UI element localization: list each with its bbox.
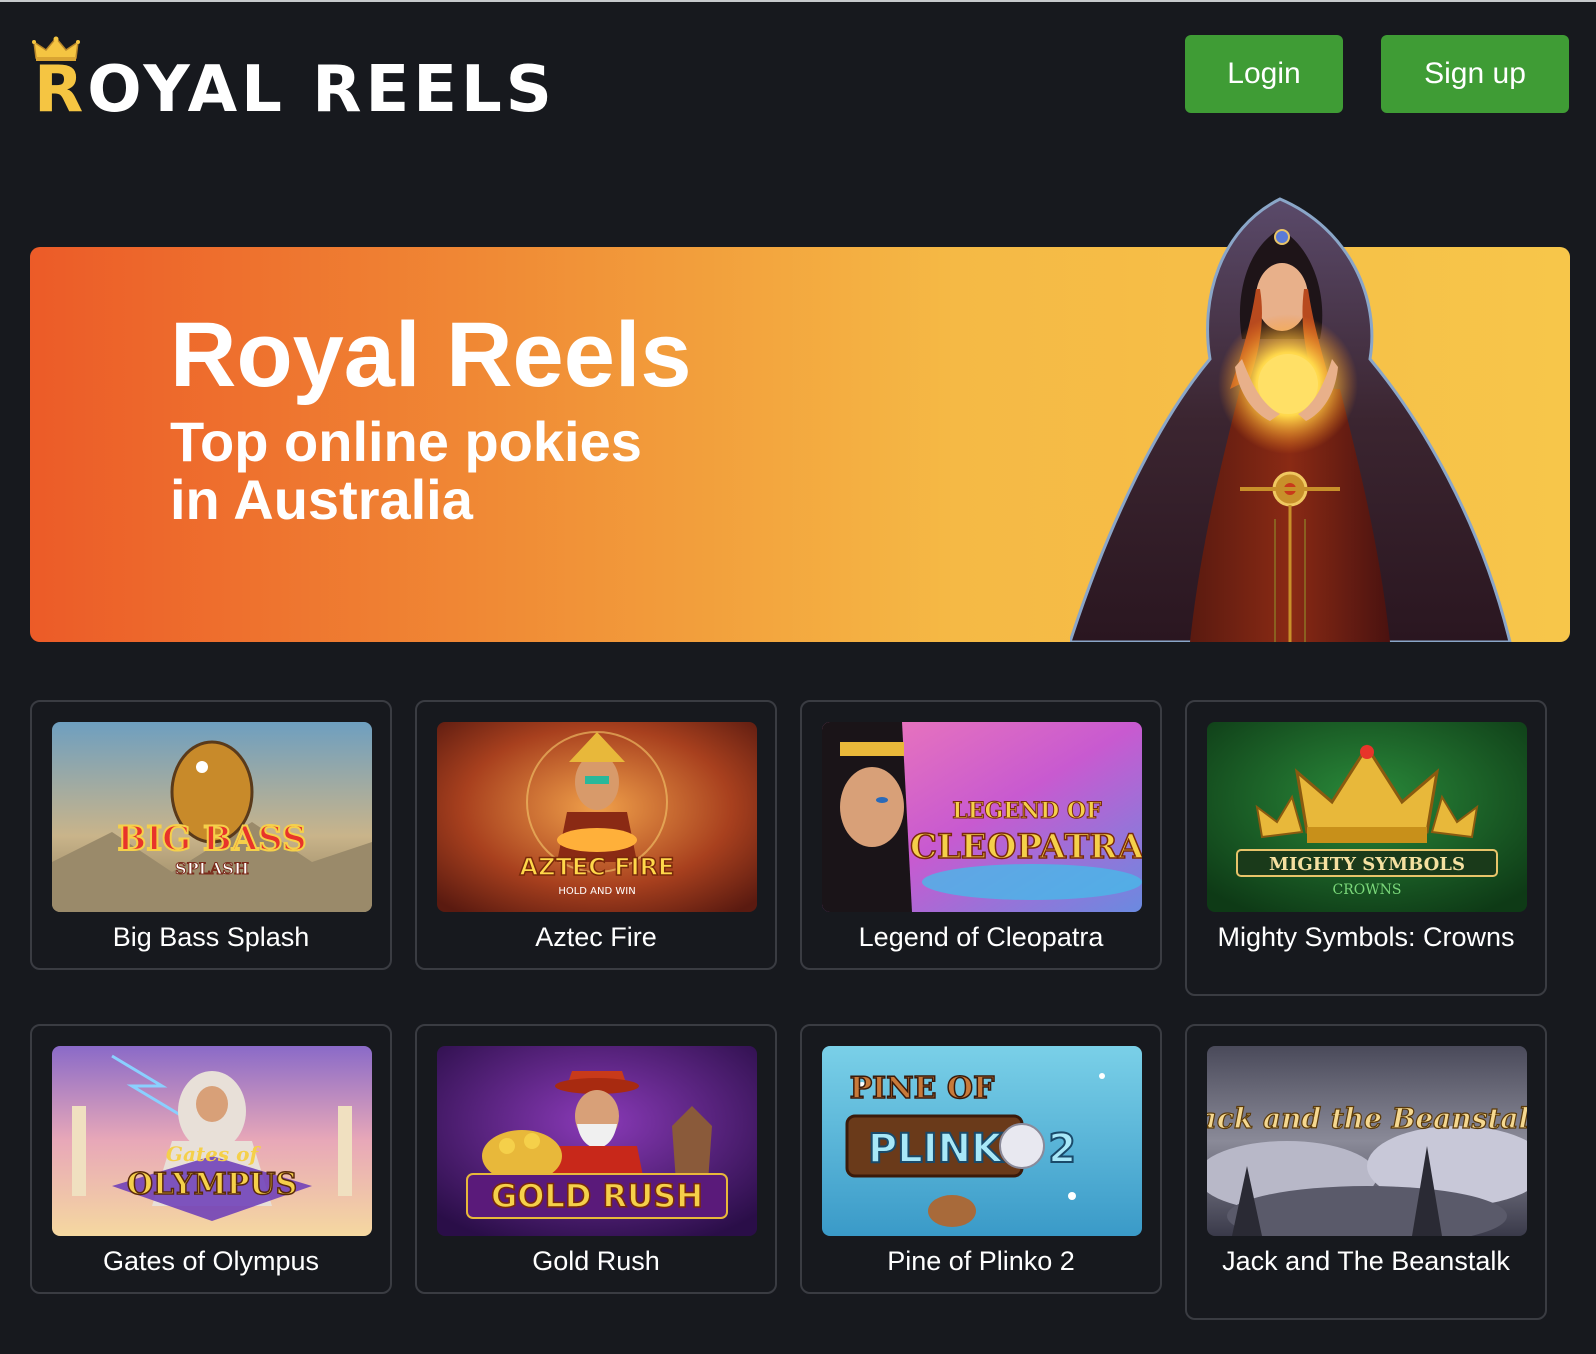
game-card-aztec-fire[interactable]: AZTEC FIRE HOLD AND WIN Aztec Fire	[415, 700, 777, 970]
hero-subtitle-line-1: Top online pokies	[170, 410, 642, 473]
sign-up-button[interactable]: Sign up	[1381, 35, 1569, 113]
logo-text: ROYAL REELS	[34, 54, 556, 126]
game-title: Gold Rush	[532, 1246, 660, 1276]
logo-rest: OYAL REELS	[87, 53, 556, 127]
game-title: Big Bass Splash	[112, 922, 310, 952]
login-button[interactable]: Login	[1185, 35, 1343, 113]
game-card-gold-rush[interactable]: GOLD RUSH Gold Rush	[415, 1024, 777, 1294]
thumb-logo-text: MIGHTY SYMBOLS	[1269, 854, 1465, 875]
hero-title: Royal Reels	[170, 304, 692, 406]
thumb-logo-sub: CROWNS	[1333, 882, 1402, 898]
sorceress-illustration	[1070, 197, 1512, 642]
page: ROYAL REELS Login Sign up Royal Reels To…	[0, 0, 1596, 1354]
thumb-logo-sub: SPLASH	[175, 859, 249, 878]
game-thumbnail[interactable]: Gates of OLYMPUS	[52, 1046, 372, 1236]
game-thumbnail[interactable]: PINE OF PLINKO 2	[822, 1046, 1142, 1236]
thumb-logo-text: BIG BASS	[118, 819, 307, 859]
game-title: Pine of Plinko 2	[887, 1246, 1075, 1276]
thumb-logo-sub: PLINKO 2	[868, 1126, 1076, 1172]
header: ROYAL REELS Login Sign up	[0, 2, 1596, 152]
game-title: Mighty Symbols: Crowns	[1217, 922, 1515, 952]
game-card-legend-of-cleopatra[interactable]: LEGEND OF CLEOPATRA Legend of Cleopatra	[800, 700, 1162, 970]
game-thumbnail[interactable]: GOLD RUSH	[437, 1046, 757, 1236]
game-title: Jack and The Beanstalk	[1222, 1246, 1510, 1276]
game-thumbnail[interactable]: AZTEC FIRE HOLD AND WIN	[437, 722, 757, 912]
game-title: Legend of Cleopatra	[858, 922, 1104, 952]
thumb-logo-text: Gates of	[166, 1142, 262, 1166]
thumb-logo-text: PINE OF	[850, 1071, 995, 1106]
game-title: Aztec Fire	[535, 922, 657, 952]
game-card-jack-and-the-beanstalk[interactable]: Jack and the Beanstalk Jack and The Bean…	[1185, 1024, 1547, 1320]
logo-first-letter: R	[34, 53, 88, 127]
thumb-logo-text: LEGEND OF	[952, 798, 1102, 824]
thumb-logo-text: Jack and the Beanstalk	[1207, 1102, 1527, 1135]
thumb-logo-sub: CLEOPATRA	[910, 827, 1142, 867]
game-thumbnail[interactable]: MIGHTY SYMBOLS CROWNS	[1207, 722, 1527, 912]
hero-subtitle-line-2: in Australia	[170, 468, 473, 531]
game-card-pine-of-plinko-2[interactable]: PINE OF PLINKO 2 Pine of Plinko 2	[800, 1024, 1162, 1294]
game-thumbnail[interactable]: Jack and the Beanstalk	[1207, 1046, 1527, 1236]
game-card-gates-of-olympus[interactable]: Gates of OLYMPUS Gates of Olympus	[30, 1024, 392, 1294]
game-card-big-bass-splash[interactable]: BIG BASS SPLASH Big Bass Splash	[30, 700, 392, 970]
thumb-logo-sub: OLYMPUS	[127, 1167, 297, 1202]
thumb-logo-text: GOLD RUSH	[491, 1177, 703, 1215]
game-card-mighty-symbols-crowns[interactable]: MIGHTY SYMBOLS CROWNS Mighty Symbols: Cr…	[1185, 700, 1547, 996]
thumb-logo-sub: HOLD AND WIN	[558, 886, 635, 897]
game-title: Gates of Olympus	[102, 1246, 320, 1276]
hero-banner[interactable]: Royal Reels Top online pokies in Austral…	[30, 197, 1570, 642]
royal-reels-logo[interactable]: ROYAL REELS	[32, 36, 592, 126]
game-thumbnail[interactable]: LEGEND OF CLEOPATRA	[822, 722, 1142, 912]
game-thumbnail[interactable]: BIG BASS SPLASH	[52, 722, 372, 912]
hero-subtitle: Top online pokies in Australia	[170, 413, 770, 529]
thumb-logo-text: AZTEC FIRE	[520, 853, 675, 881]
